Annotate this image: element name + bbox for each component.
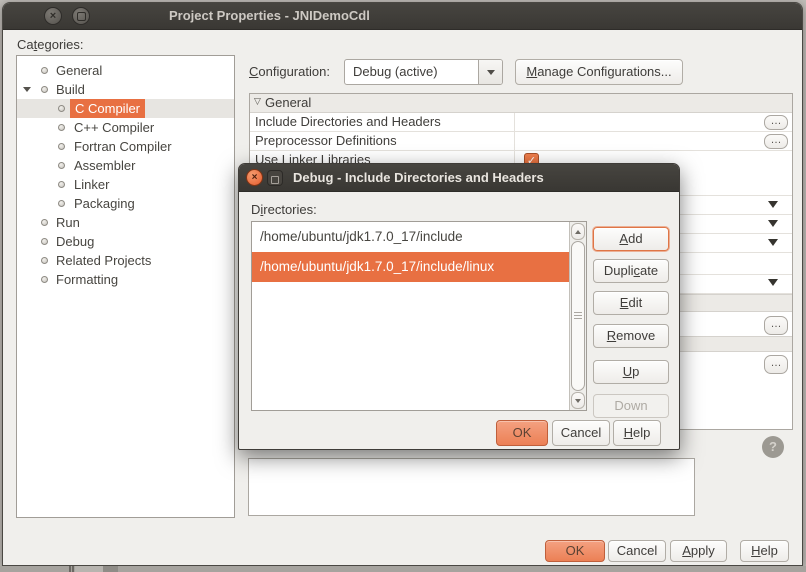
configuration-select[interactable]: Debug (active): [344, 59, 503, 85]
chevron-down-icon[interactable]: [478, 60, 502, 84]
tree-item-linker[interactable]: Linker: [17, 175, 234, 194]
scrollbar-thumb[interactable]: [571, 241, 585, 391]
node-icon: [41, 276, 48, 283]
ellipsis-button[interactable]: …: [764, 316, 788, 335]
node-icon: [58, 105, 65, 112]
directories-label: Directories:: [251, 202, 317, 217]
categories-tree: General Build C Compiler C++ Compiler Fo…: [16, 55, 235, 518]
tree-item-cpp-compiler[interactable]: C++ Compiler: [17, 118, 234, 137]
section-general[interactable]: ▽ General: [250, 94, 792, 113]
section-label: General: [265, 94, 311, 112]
node-icon: [58, 162, 65, 169]
window-title: Project Properties - JNIDemoCdl: [169, 3, 370, 29]
ok-button[interactable]: OK: [545, 540, 605, 562]
chevron-down-icon[interactable]: [768, 239, 778, 246]
background-strip: [0, 566, 806, 572]
property-description-panel: [248, 458, 695, 516]
list-item[interactable]: /home/ubuntu/jdk1.7.0_17/include: [252, 222, 569, 252]
directories-list: /home/ubuntu/jdk1.7.0_17/include /home/u…: [251, 221, 587, 411]
help-button[interactable]: Help: [740, 540, 789, 562]
collapse-icon[interactable]: ▽: [254, 96, 261, 107]
tree-item-formatting[interactable]: Formatting: [17, 270, 234, 289]
up-button[interactable]: Up: [593, 360, 669, 384]
main-titlebar[interactable]: × Project Properties - JNIDemoCdl: [3, 3, 802, 30]
add-button[interactable]: Add: [593, 227, 669, 251]
tree-item-packaging[interactable]: Packaging: [17, 194, 234, 213]
dialog-cancel-button[interactable]: Cancel: [552, 420, 610, 446]
prop-row-include-directories[interactable]: Include Directories and Headers: [250, 113, 792, 132]
apply-button[interactable]: Apply: [670, 540, 727, 562]
tree-item-run[interactable]: Run: [17, 213, 234, 232]
edit-button[interactable]: Edit: [593, 291, 669, 315]
expander-icon[interactable]: [23, 87, 31, 92]
dialog-help-button[interactable]: Help: [613, 420, 661, 446]
chevron-down-icon[interactable]: [768, 279, 778, 286]
help-icon[interactable]: ?: [762, 436, 784, 458]
node-icon: [41, 67, 48, 74]
configuration-value: Debug (active): [353, 60, 438, 84]
node-icon: [41, 219, 48, 226]
ellipsis-button[interactable]: …: [764, 134, 788, 149]
node-icon: [58, 124, 65, 131]
tree-item-general[interactable]: General: [17, 61, 234, 80]
down-button: Down: [593, 394, 669, 418]
node-icon: [58, 143, 65, 150]
tree-item-related-projects[interactable]: Related Projects: [17, 251, 234, 270]
node-icon: [41, 257, 48, 264]
node-icon: [41, 238, 48, 245]
scroll-up-icon[interactable]: [571, 223, 585, 240]
node-icon: [41, 86, 48, 93]
cancel-button[interactable]: Cancel: [608, 540, 666, 562]
scrollbar[interactable]: [569, 222, 586, 410]
close-icon[interactable]: ×: [44, 7, 62, 25]
chevron-down-icon[interactable]: [768, 220, 778, 227]
ellipsis-button[interactable]: …: [764, 355, 788, 374]
close-icon[interactable]: ×: [246, 169, 263, 186]
duplicate-button[interactable]: Duplicate: [593, 259, 669, 283]
tree-item-fortran-compiler[interactable]: Fortran Compiler: [17, 137, 234, 156]
manage-configurations-button[interactable]: Manage Configurations...: [515, 59, 683, 85]
remove-button[interactable]: Remove: [593, 324, 669, 348]
minimize-icon[interactable]: [267, 170, 283, 186]
prop-row-preprocessor-definitions[interactable]: Preprocessor Definitions: [250, 132, 792, 151]
include-directories-dialog: × Debug - Include Directories and Header…: [238, 163, 680, 450]
minimize-icon[interactable]: [72, 7, 90, 25]
tree-item-debug[interactable]: Debug: [17, 232, 234, 251]
desktop: × Project Properties - JNIDemoCdl Catego…: [0, 0, 806, 572]
node-icon: [58, 200, 65, 207]
configuration-label: Configuration:: [249, 64, 330, 79]
dialog-titlebar[interactable]: × Debug - Include Directories and Header…: [239, 164, 679, 192]
tree-item-assembler[interactable]: Assembler: [17, 156, 234, 175]
node-icon: [58, 181, 65, 188]
tree-item-c-compiler[interactable]: C Compiler: [17, 99, 234, 118]
tree-item-build[interactable]: Build: [17, 80, 234, 99]
ellipsis-button[interactable]: …: [764, 115, 788, 130]
dialog-ok-button[interactable]: OK: [496, 420, 548, 446]
dialog-title: Debug - Include Directories and Headers: [293, 164, 544, 191]
list-item[interactable]: /home/ubuntu/jdk1.7.0_17/include/linux: [252, 252, 569, 282]
chevron-down-icon[interactable]: [768, 201, 778, 208]
scroll-down-icon[interactable]: [571, 392, 585, 409]
categories-label: Categories:: [17, 37, 84, 52]
